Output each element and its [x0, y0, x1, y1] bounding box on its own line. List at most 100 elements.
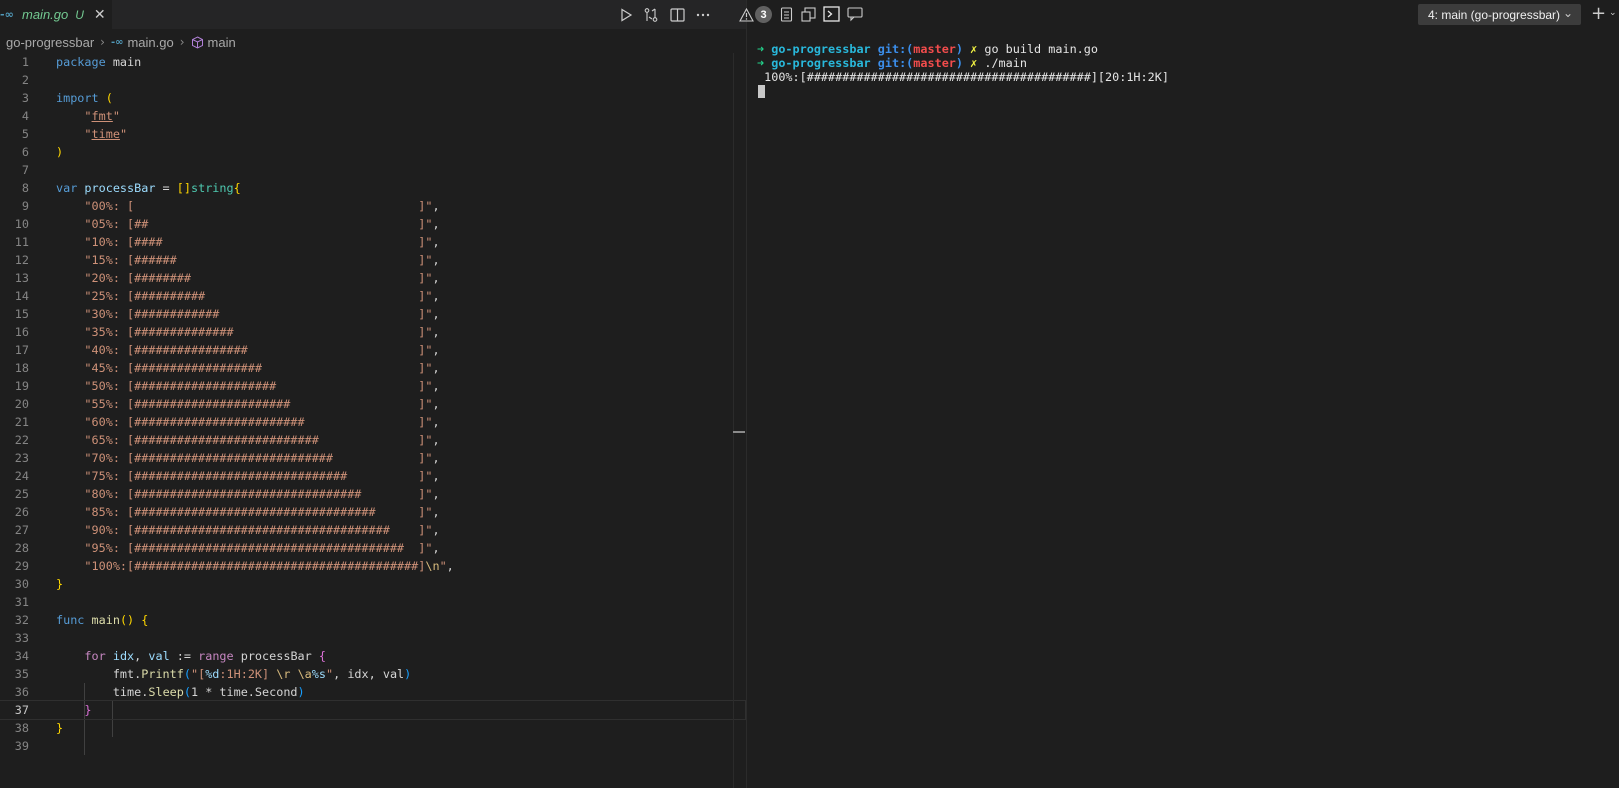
code-line[interactable]: 10 "05%: [## ]",: [0, 215, 746, 233]
close-icon[interactable]: ✕: [94, 7, 106, 23]
comments-icon[interactable]: [846, 5, 864, 23]
code-line[interactable]: 27 "90%: [##############################…: [0, 521, 746, 539]
line-source: "20%: [######## ]",: [56, 269, 439, 287]
code-line[interactable]: 22 "65%: [########################## ]",: [0, 431, 746, 449]
code-line[interactable]: 3 import (: [0, 89, 746, 107]
code-line[interactable]: 35 fmt.Printf("[%d:1H:2K] \r \a%s", idx,…: [0, 665, 746, 683]
code-token: Sleep: [148, 685, 184, 699]
prompt-git-label: git:(: [877, 42, 914, 56]
code-line[interactable]: 19 "50%: [#################### ]",: [0, 377, 746, 395]
code-line[interactable]: 38}: [0, 719, 746, 737]
new-terminal-icon[interactable]: +: [1591, 3, 1606, 24]
line-source: "55%: [###################### ]",: [56, 395, 439, 413]
code-token: ): [297, 685, 305, 699]
run-icon[interactable]: [617, 6, 635, 24]
code-token: "10%: [#### ]": [84, 235, 433, 249]
terminal-output[interactable]: ➜ go-progressbar git:(master) ✗ go build…: [757, 42, 1169, 98]
prompt-git-branch: master: [913, 42, 956, 56]
code-line[interactable]: 4 "fmt": [0, 107, 746, 125]
code-line[interactable]: 24 "75%: [##############################…: [0, 467, 746, 485]
code-token: "60%: [######################## ]": [84, 415, 433, 429]
code-editor[interactable]: 1 package main 2 3 import (4 "fmt" 5 "time" 6)…: [0, 53, 746, 755]
chevron-right-icon: ›: [100, 35, 105, 49]
terminal-output-line: 100%:[##################################…: [757, 70, 1169, 84]
code-line[interactable]: 23 "70%: [############################ ]…: [0, 449, 746, 467]
chevron-down-icon[interactable]: ⌄: [1609, 8, 1617, 18]
code-line[interactable]: 2: [0, 71, 746, 89]
code-token: "55%: [###################### ]": [84, 397, 433, 411]
code-line[interactable]: 12 "15%: [###### ]",: [0, 251, 746, 269]
code-line[interactable]: 33: [0, 629, 746, 647]
code-line[interactable]: 37 }: [0, 700, 746, 720]
code-line[interactable]: 1 package main: [0, 53, 746, 71]
code-line[interactable]: 6): [0, 143, 746, 161]
code-token: ,: [432, 217, 440, 231]
vertical-scrollbar[interactable]: [733, 53, 734, 788]
go-file-icon: -∞: [110, 36, 124, 48]
editor-tab-main-go[interactable]: -∞ main.go U ✕: [0, 0, 112, 29]
code-line[interactable]: 28 "95%: [##############################…: [0, 539, 746, 557]
breadcrumb-folder[interactable]: go-progressbar: [6, 35, 94, 50]
terminal-icon[interactable]: [822, 5, 840, 23]
code-line[interactable]: 36 time.Sleep(1 * time.Second): [0, 683, 746, 701]
debug-console-icon[interactable]: [799, 5, 817, 23]
code-line[interactable]: 29 "100%:[##############################…: [0, 557, 746, 575]
code-line[interactable]: 18 "45%: [################## ]",: [0, 359, 746, 377]
code-line[interactable]: 26 "85%: [##############################…: [0, 503, 746, 521]
code-line[interactable]: 15 "30%: [############ ]",: [0, 305, 746, 323]
code-line[interactable]: 20 "55%: [###################### ]",: [0, 395, 746, 413]
code-token: "50%: [#################### ]": [84, 379, 433, 393]
code-token: 1 * time.Second: [190, 685, 298, 699]
terminal-selector[interactable]: 4: main (go-progressbar) ⌄: [1418, 4, 1581, 25]
code-token: ,: [432, 523, 440, 537]
code-line[interactable]: 5 "time": [0, 125, 746, 143]
line-number: 24: [14, 469, 29, 483]
code-line[interactable]: 21 "60%: [######################## ]",: [0, 413, 746, 431]
code-line[interactable]: 17 "40%: [################ ]",: [0, 341, 746, 359]
breadcrumb-file[interactable]: -∞ main.go: [111, 35, 174, 50]
code-line[interactable]: 11 "10%: [#### ]",: [0, 233, 746, 251]
code-line[interactable]: 16 "35%: [############## ]",: [0, 323, 746, 341]
line-number: 25: [14, 487, 29, 501]
code-token: \r: [276, 667, 291, 681]
code-line[interactable]: 39: [0, 737, 746, 755]
code-token: {: [233, 181, 241, 195]
code-line[interactable]: 8 var processBar = []string{: [0, 179, 746, 197]
compare-changes-icon[interactable]: [642, 6, 660, 24]
code-token: \n: [425, 559, 440, 573]
code-token: "05%: [## ]": [84, 217, 433, 231]
code-token: ,: [432, 433, 440, 447]
line-number: 18: [14, 361, 29, 375]
code-token: }: [56, 721, 64, 735]
code-line[interactable]: 34 for idx, val := range processBar {: [0, 647, 746, 665]
code-line[interactable]: 32 func main() {: [0, 611, 746, 629]
code-line[interactable]: 14 "25%: [########## ]",: [0, 287, 746, 305]
code-line[interactable]: 13 "20%: [######## ]",: [0, 269, 746, 287]
line-number: 9: [21, 199, 29, 213]
code-token: import: [56, 91, 99, 105]
code-line[interactable]: 31: [0, 593, 746, 611]
code-token: }: [84, 703, 92, 717]
code-line[interactable]: 7: [0, 161, 746, 179]
more-actions-icon[interactable]: [694, 6, 712, 24]
code-line[interactable]: 30}: [0, 575, 746, 593]
problems-count-badge[interactable]: 3: [755, 6, 772, 23]
output-icon[interactable]: [777, 5, 795, 23]
code-token: {: [311, 649, 326, 663]
split-editor-icon[interactable]: [668, 6, 686, 24]
code-line[interactable]: 25 "80%: [##############################…: [0, 485, 746, 503]
code-token: range: [198, 649, 234, 663]
breadcrumb-symbol[interactable]: main: [191, 35, 236, 50]
code-token: ,: [432, 415, 440, 429]
warning-icon[interactable]: [737, 6, 755, 24]
code-line[interactable]: 9 "00%: [ ]",: [0, 197, 746, 215]
line-source: "fmt": [56, 107, 120, 125]
line-number: 30: [14, 577, 29, 591]
code-token: {: [134, 613, 149, 627]
